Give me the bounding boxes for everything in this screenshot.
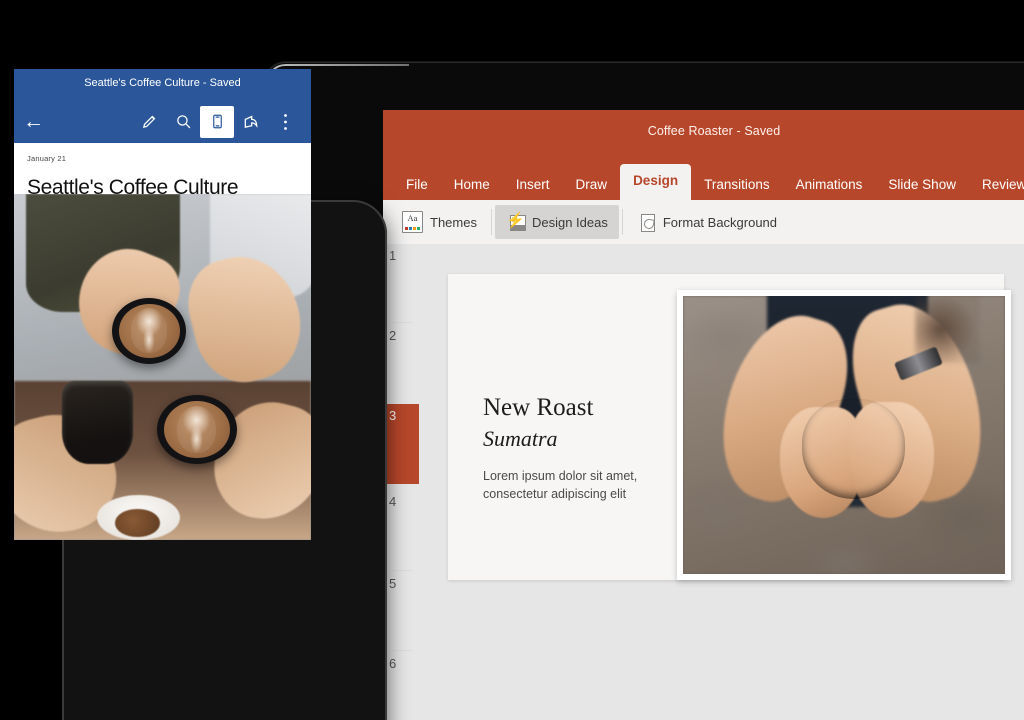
slide-thumbnail-1[interactable]: 1 bbox=[383, 244, 419, 322]
word-toolbar: ← bbox=[14, 100, 311, 143]
slide-image-frame[interactable] bbox=[677, 290, 1011, 580]
slide-number: 6 bbox=[389, 656, 397, 671]
search-icon[interactable] bbox=[166, 106, 200, 138]
slide-canvas[interactable]: New Roast Sumatra Lorem ipsum dolor sit … bbox=[419, 244, 1024, 720]
back-arrow-icon[interactable]: ← bbox=[23, 111, 49, 132]
tab-design[interactable]: Design bbox=[620, 164, 692, 200]
phone-screen: Seattle's Coffee Culture - Saved ← Janua… bbox=[14, 69, 311, 540]
word-title-bar: Seattle's Coffee Culture - Saved bbox=[14, 69, 311, 100]
coffee-friends-image bbox=[14, 194, 311, 540]
ribbon-tab-bar: File Home Insert Draw Design Transitions… bbox=[383, 162, 1024, 200]
themes-icon: Aa bbox=[402, 211, 423, 233]
tab-review[interactable]: Review bbox=[969, 169, 1024, 200]
slide-thumbnail-5[interactable]: 5 bbox=[383, 572, 419, 650]
powerpoint-title-bar: Coffee Roaster - Saved bbox=[383, 110, 1024, 162]
ribbon-divider-1 bbox=[490, 209, 492, 235]
screenshot-stage: Coffee Roaster - Saved File Home Insert … bbox=[0, 0, 1024, 720]
format-background-button[interactable]: Format Background bbox=[626, 205, 788, 239]
coffee-beans-image bbox=[683, 296, 1005, 574]
share-icon[interactable] bbox=[234, 106, 268, 138]
design-ideas-label: Design Ideas bbox=[531, 214, 608, 230]
thumbnail-divider bbox=[393, 650, 413, 651]
format-background-label: Format Background bbox=[662, 214, 778, 230]
themes-label: Themes bbox=[430, 214, 477, 230]
themes-button[interactable]: Aa Themes bbox=[391, 205, 488, 239]
edit-pencil-icon[interactable] bbox=[132, 106, 166, 138]
tab-insert[interactable]: Insert bbox=[503, 169, 563, 200]
design-ideas-button[interactable]: ⚡ Design Ideas bbox=[494, 205, 619, 239]
slide-thumbnail-2[interactable]: 2 bbox=[383, 324, 419, 402]
document-date: January 21 bbox=[27, 154, 67, 163]
tab-draw[interactable]: Draw bbox=[563, 169, 621, 200]
thumbnail-divider bbox=[393, 570, 413, 571]
format-background-icon bbox=[637, 212, 656, 232]
thumbnail-divider bbox=[393, 322, 413, 323]
slide-thumbnail-6[interactable]: 6 bbox=[383, 652, 419, 720]
tab-transitions[interactable]: Transitions bbox=[691, 169, 783, 200]
design-ideas-icon: ⚡ bbox=[506, 212, 526, 232]
slide-thumbnail-pane[interactable]: 1 2 3 4 5 6 bbox=[383, 244, 419, 720]
slide-thumbnail-4[interactable]: 4 bbox=[383, 490, 419, 568]
slide-number: 5 bbox=[389, 576, 397, 591]
slide-number: 4 bbox=[389, 494, 397, 509]
slide-number: 2 bbox=[389, 328, 397, 343]
ribbon-divider-2 bbox=[621, 209, 623, 235]
editing-area: 1 2 3 4 5 6 New Roast Sumatra Lorem ipsu… bbox=[383, 244, 1024, 720]
powerpoint-window: Coffee Roaster - Saved File Home Insert … bbox=[383, 110, 1024, 720]
slide-number: 1 bbox=[389, 248, 397, 263]
more-options-icon[interactable] bbox=[268, 106, 302, 138]
tab-file[interactable]: File bbox=[393, 169, 441, 200]
tab-animations[interactable]: Animations bbox=[783, 169, 876, 200]
tab-slide-show[interactable]: Slide Show bbox=[875, 169, 969, 200]
design-ribbon: Aa Themes ⚡ Design Ideas bbox=[383, 200, 1024, 245]
tab-home[interactable]: Home bbox=[441, 169, 503, 200]
document-title: Coffee Roaster - Saved bbox=[647, 124, 781, 138]
slide-number: 3 bbox=[389, 408, 397, 423]
phone-document-title: Seattle's Coffee Culture - Saved bbox=[84, 77, 241, 89]
slide-thumbnail-3[interactable]: 3 bbox=[387, 404, 419, 484]
current-slide[interactable]: New Roast Sumatra Lorem ipsum dolor sit … bbox=[448, 274, 1011, 580]
mobile-view-icon[interactable] bbox=[200, 105, 234, 138]
